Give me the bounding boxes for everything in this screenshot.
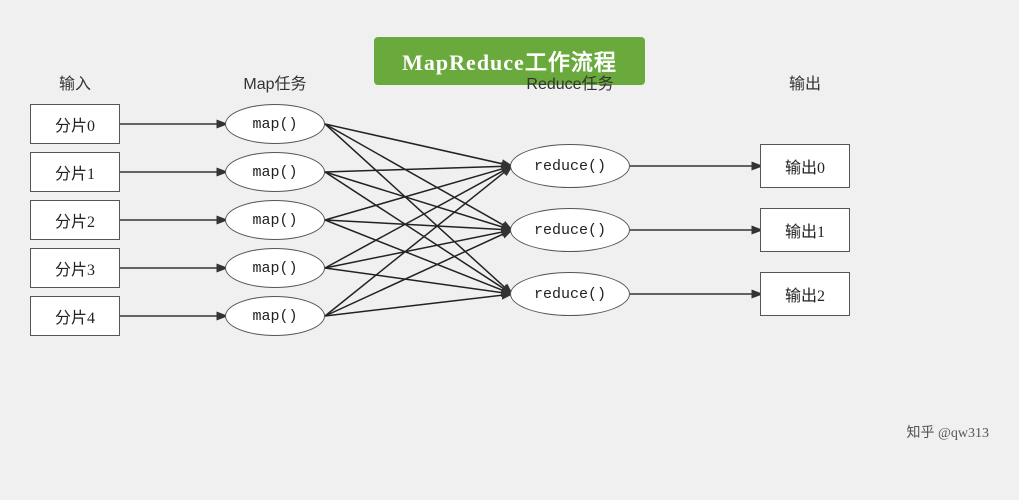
output-boxes: 输出0 输出1 输出2 (760, 144, 850, 316)
input-boxes: 分片0 分片1 分片2 分片3 分片4 (30, 104, 120, 336)
reduce-node-0: reduce() (510, 144, 630, 188)
watermark: 知乎 @qw313 (906, 422, 989, 442)
map-node-3: map() (225, 248, 325, 288)
map-node-1: map() (225, 152, 325, 192)
input-box-0: 分片0 (30, 104, 120, 144)
map-label: Map任务 (243, 70, 306, 94)
reduce-label: Reduce任务 (526, 70, 613, 94)
output-box-0: 输出0 (760, 144, 850, 188)
reduce-ovals: reduce() reduce() reduce() (510, 144, 630, 316)
main-container: MapReduce工作流程 输入 分片0 分片1 分片2 分片3 分片4 Map… (0, 0, 1019, 460)
reduce-node-1: reduce() (510, 208, 630, 252)
input-box-2: 分片2 (30, 200, 120, 240)
input-label: 输入 (59, 70, 91, 94)
map-ovals: map() map() map() map() map() (225, 104, 325, 336)
map-node-2: map() (225, 200, 325, 240)
diagram-wrapper: 输入 分片0 分片1 分片2 分片3 分片4 Map任务 map() map()… (30, 70, 989, 450)
input-box-4: 分片4 (30, 296, 120, 336)
output-box-1: 输出1 (760, 208, 850, 252)
output-label: 输出 (789, 70, 821, 94)
input-box-1: 分片1 (30, 152, 120, 192)
map-node-0: map() (225, 104, 325, 144)
reduce-node-2: reduce() (510, 272, 630, 316)
output-box-2: 输出2 (760, 272, 850, 316)
input-box-3: 分片3 (30, 248, 120, 288)
map-node-4: map() (225, 296, 325, 336)
